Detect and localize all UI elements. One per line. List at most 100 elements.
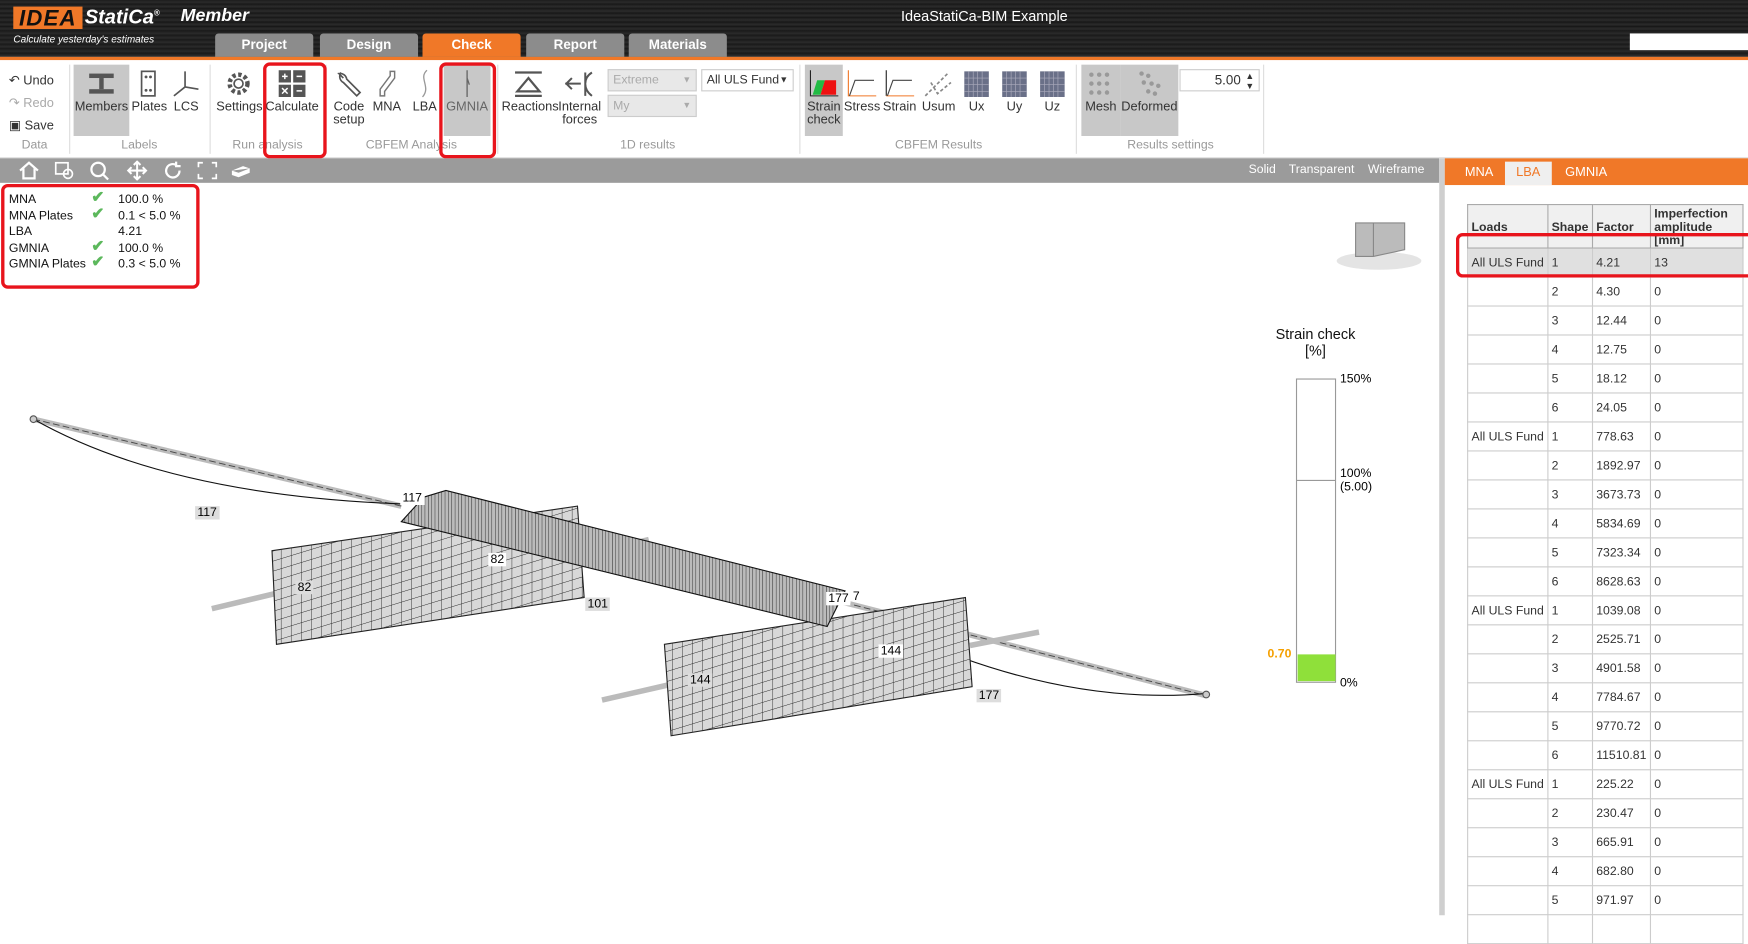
table-cell: 3 xyxy=(1547,827,1593,858)
view-mode-wireframe[interactable]: Wireframe xyxy=(1368,163,1425,176)
group-label-run-analysis: Run analysis xyxy=(232,138,303,152)
spinner-arrows-icon[interactable]: ▲ ▼ xyxy=(1245,71,1254,91)
table-row[interactable]: All ULS Fund 1 225.22 0 xyxy=(1467,769,1744,800)
mna-button[interactable]: MNA xyxy=(370,65,403,136)
status-label: GMNIA xyxy=(8,241,50,255)
table-row[interactable]: All ULS Fund 1 1039.08 0 xyxy=(1467,595,1744,626)
lba-button[interactable]: LBA xyxy=(410,65,439,136)
column-header[interactable]: Loads xyxy=(1467,204,1549,249)
table-cell: 4 xyxy=(1547,508,1593,539)
table-row[interactable]: 3 665.91 0 xyxy=(1467,827,1744,858)
table-row[interactable]: 5 9770.72 0 xyxy=(1467,711,1744,742)
table-row[interactable]: 2 4.30 0 xyxy=(1467,276,1744,307)
column-header[interactable]: Shape xyxy=(1547,204,1593,249)
table-row[interactable] xyxy=(1467,914,1744,944)
table-row[interactable]: 6 24.05 0 xyxy=(1467,392,1744,423)
redo-button[interactable]: ↷ Redo xyxy=(9,95,54,110)
table-row[interactable]: 4 682.80 0 xyxy=(1467,856,1744,887)
check-icon: ✔ xyxy=(91,203,105,222)
load-case-dropdown[interactable]: All ULS Fund ▼ xyxy=(701,69,794,92)
tab-materials[interactable]: Materials xyxy=(628,33,727,57)
members-button[interactable]: Members xyxy=(73,64,130,137)
table-row[interactable]: All ULS Fund 1 778.63 0 xyxy=(1467,421,1744,452)
stress-button[interactable]: Stress xyxy=(844,65,880,136)
search-icon[interactable] xyxy=(89,161,111,181)
deformation-scale-input[interactable]: 5.00 ▲ ▼ xyxy=(1179,69,1260,92)
home-icon[interactable] xyxy=(18,161,40,181)
table-row[interactable]: 2 2525.71 0 xyxy=(1467,624,1744,655)
lcs-button[interactable]: LCS xyxy=(169,65,202,136)
panel-splitter[interactable] xyxy=(1439,158,1445,916)
ux-button[interactable]: Ux xyxy=(959,65,995,136)
gmnia-button[interactable]: GMNIA xyxy=(443,64,491,137)
internal-forces-icon xyxy=(564,71,593,97)
table-row[interactable]: 5 971.97 0 xyxy=(1467,885,1744,916)
view-mode-solid[interactable]: Solid xyxy=(1249,163,1276,176)
plates-icon xyxy=(140,70,156,97)
extreme-dropdown[interactable]: Extreme ▼ xyxy=(607,69,697,92)
fullscreen-icon[interactable] xyxy=(196,161,218,181)
table-row[interactable]: 5 7323.34 0 xyxy=(1467,537,1744,568)
table-row[interactable]: 2 230.47 0 xyxy=(1467,798,1744,829)
rotate-icon[interactable] xyxy=(162,161,184,181)
view-mode-transparent[interactable]: Transparent xyxy=(1289,163,1355,176)
table-row[interactable]: 2 1892.97 0 xyxy=(1467,450,1744,481)
strain-check-button[interactable]: Strain check xyxy=(804,64,843,137)
tab-mna[interactable]: MNA xyxy=(1454,162,1505,185)
table-row[interactable]: 3 3673.73 0 xyxy=(1467,479,1744,510)
table-row[interactable]: 6 8628.63 0 xyxy=(1467,566,1744,597)
group-label-labels: Labels xyxy=(121,138,158,152)
table-cell: 230.47 xyxy=(1591,798,1651,829)
table-row[interactable]: 3 12.44 0 xyxy=(1467,305,1744,336)
status-value: 100.0 % xyxy=(118,192,164,207)
save-button[interactable]: ▣ Save xyxy=(9,117,54,132)
table-row[interactable]: 5 18.12 0 xyxy=(1467,363,1744,394)
usum-button[interactable]: Usum xyxy=(920,65,958,136)
table-row[interactable]: 4 7784.67 0 xyxy=(1467,682,1744,713)
table-cell: 0 xyxy=(1649,885,1744,916)
group-label-results-settings: Results settings xyxy=(1127,138,1214,152)
uz-button[interactable]: Uz xyxy=(1035,65,1071,136)
plates-button[interactable]: Plates xyxy=(132,65,167,136)
table-cell: 2 xyxy=(1547,276,1593,307)
tab-gmnia[interactable]: GMNIA xyxy=(1554,162,1618,185)
component-dropdown[interactable]: My ▼ xyxy=(607,94,697,118)
zoom-window-icon[interactable] xyxy=(54,161,76,181)
table-row[interactable]: 3 4901.58 0 xyxy=(1467,653,1744,684)
table-cell: 3 xyxy=(1547,305,1593,336)
reactions-button[interactable]: Reactions xyxy=(502,65,559,136)
table-cell: 0 xyxy=(1649,856,1744,887)
code-setup-button[interactable]: Code setup xyxy=(330,65,368,136)
table-row[interactable]: 4 12.75 0 xyxy=(1467,334,1744,365)
tab-report[interactable]: Report xyxy=(526,33,625,57)
view-cube[interactable] xyxy=(1336,222,1422,270)
lcs-icon xyxy=(173,71,199,97)
deformed-button[interactable]: Deformed xyxy=(1120,64,1179,137)
pan-icon[interactable] xyxy=(126,160,148,181)
settings-button[interactable]: Settings xyxy=(216,65,263,136)
undo-button[interactable]: ↶ Undo xyxy=(9,72,54,88)
table-cell: 778.63 xyxy=(1591,421,1651,452)
table-cell: 4 xyxy=(1547,334,1593,365)
table-row[interactable]: 6 11510.81 0 xyxy=(1467,740,1744,771)
tab-lba[interactable]: LBA xyxy=(1504,161,1552,186)
tab-project[interactable]: Project xyxy=(215,33,314,57)
tab-design[interactable]: Design xyxy=(319,33,419,57)
table-cell xyxy=(1467,537,1549,568)
calculate-button[interactable]: Calculate xyxy=(264,65,320,136)
tab-check[interactable]: Check xyxy=(422,33,521,57)
internal-forces-button[interactable]: Internal forces xyxy=(557,65,602,136)
status-label: MNA xyxy=(8,192,37,207)
table-row[interactable]: All ULS Fund 1 4.21 13 xyxy=(1467,247,1744,278)
strain-button[interactable]: Strain xyxy=(882,65,918,136)
column-header[interactable]: Imperfection amplitude [mm] xyxy=(1649,204,1744,249)
table-cell: 1 xyxy=(1547,769,1593,800)
3d-viewport[interactable] xyxy=(0,183,1439,915)
mesh-button[interactable]: Mesh xyxy=(1081,64,1121,137)
wrench-icon xyxy=(337,71,362,98)
uy-button[interactable]: Uy xyxy=(997,65,1033,136)
view-cube-icon[interactable] xyxy=(230,161,252,181)
table-row[interactable]: 4 5834.69 0 xyxy=(1467,508,1744,539)
search-input[interactable] xyxy=(1629,33,1748,51)
column-header[interactable]: Factor xyxy=(1591,204,1651,249)
